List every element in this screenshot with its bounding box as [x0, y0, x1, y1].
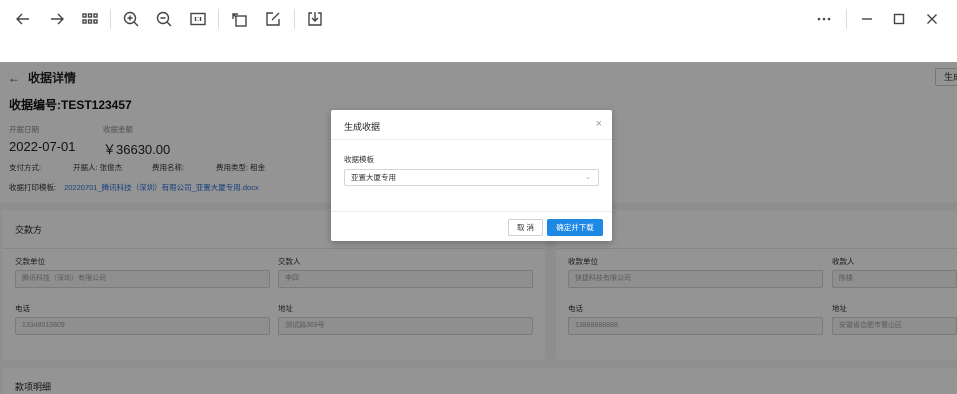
template-select[interactable]: 亚置大厦专用 ⌄ — [344, 169, 599, 186]
toolbar-divider — [110, 9, 111, 29]
viewer-toolbar — [0, 0, 957, 38]
edit-icon[interactable] — [261, 7, 285, 31]
confirm-download-button[interactable]: 确定并下载 — [547, 219, 603, 236]
dialog-title: 生成收据 — [344, 122, 381, 132]
template-select-label: 收据模板 — [344, 155, 374, 164]
actual-size-icon[interactable] — [186, 7, 210, 31]
chevron-down-icon: ⌄ — [585, 174, 591, 181]
grid-view-icon[interactable] — [78, 7, 102, 31]
generate-receipt-dialog: 生成收据 × 收据模板 亚置大厦专用 ⌄ 取 消 确定并下载 — [331, 110, 612, 241]
close-icon[interactable] — [920, 7, 944, 31]
toolbar-divider — [294, 9, 295, 29]
zoom-out-icon[interactable] — [152, 7, 176, 31]
back-arrow-icon[interactable] — [11, 7, 35, 31]
download-icon[interactable] — [303, 7, 327, 31]
toolbar-divider — [218, 9, 219, 29]
template-select-value: 亚置大厦专用 — [351, 173, 396, 182]
cancel-button[interactable]: 取 消 — [508, 219, 543, 236]
zoom-in-icon[interactable] — [119, 7, 143, 31]
maximize-icon[interactable] — [887, 7, 911, 31]
close-icon[interactable]: × — [596, 118, 602, 130]
forward-arrow-icon[interactable] — [45, 7, 69, 31]
rotate-icon[interactable] — [227, 7, 251, 31]
minimize-icon[interactable] — [855, 7, 879, 31]
divider — [331, 139, 612, 140]
more-icon[interactable] — [812, 7, 836, 31]
divider — [331, 211, 612, 212]
toolbar-divider — [846, 9, 847, 29]
